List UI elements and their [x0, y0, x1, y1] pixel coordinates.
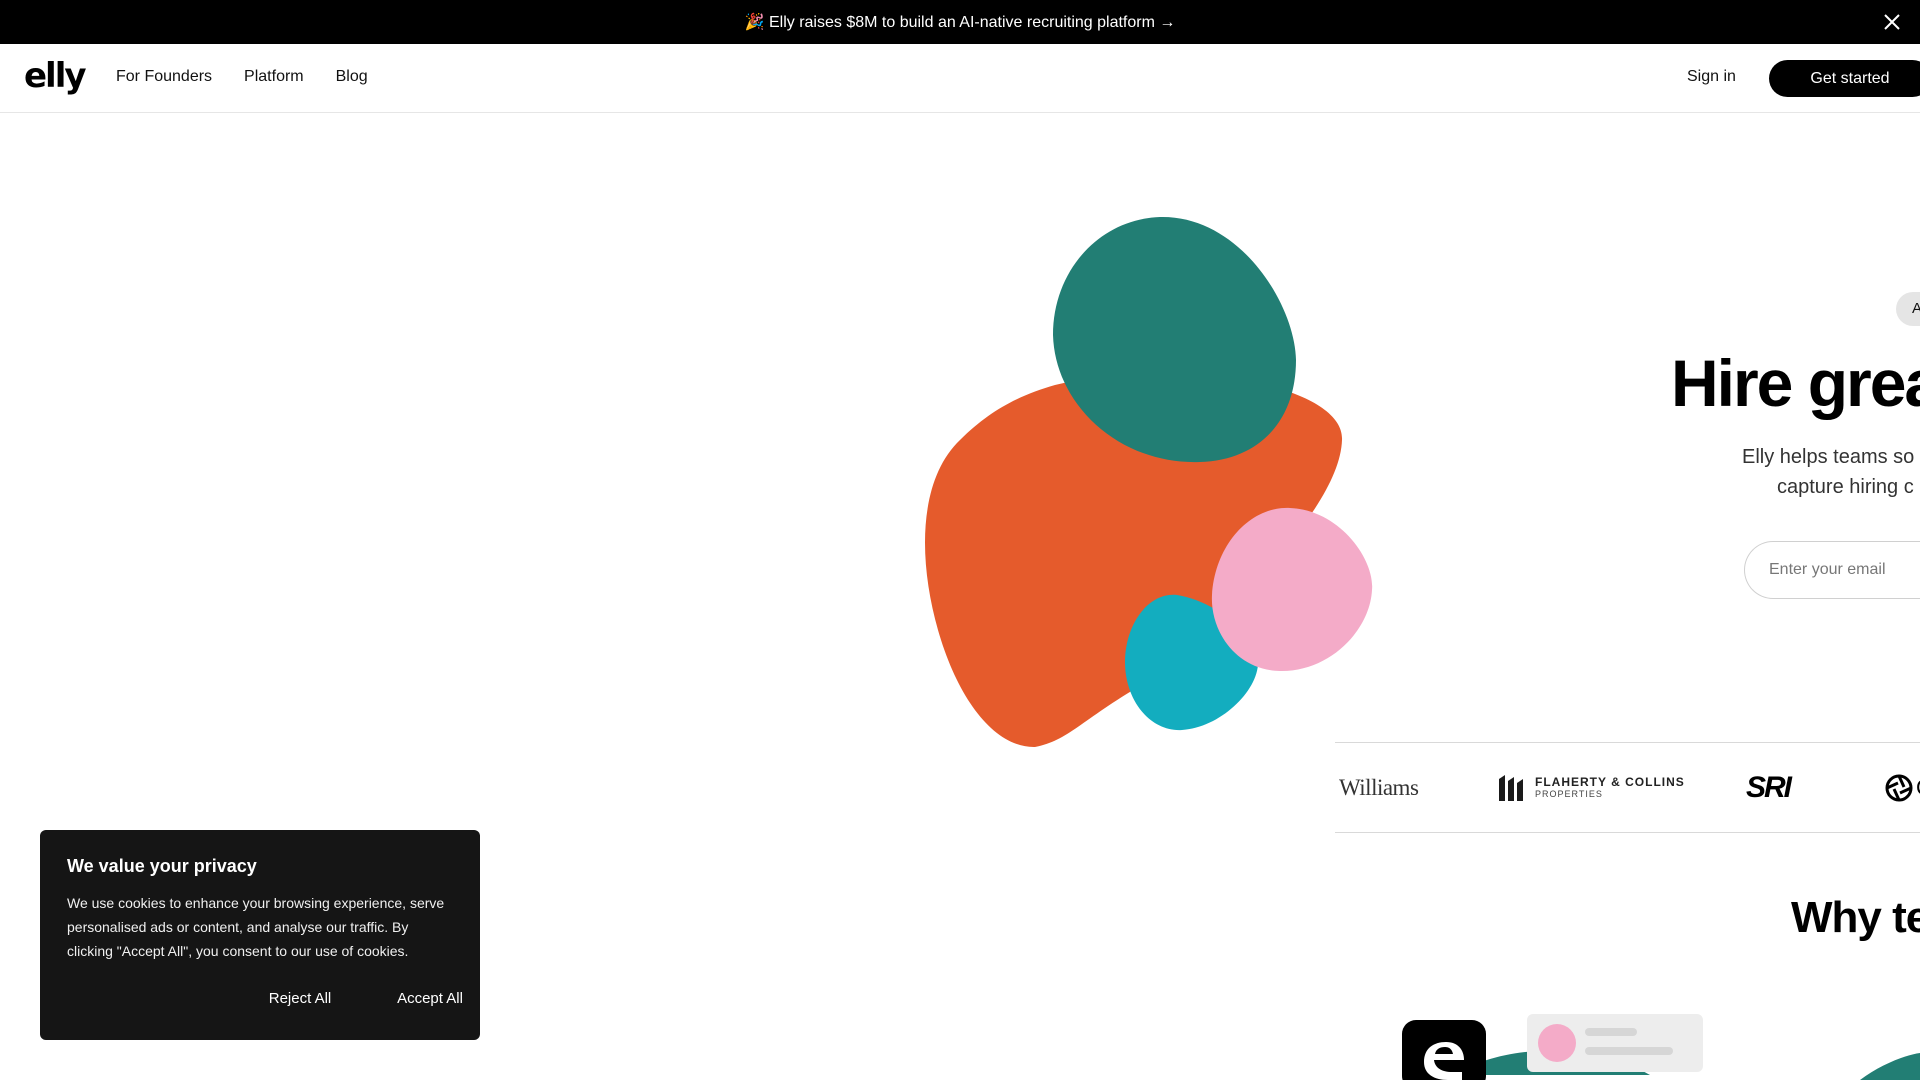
profile-line-2	[1585, 1047, 1673, 1055]
profile-avatar	[1538, 1024, 1576, 1062]
why-section-title: Why te	[1791, 893, 1920, 942]
customer-logo-strip: Williams FLAHERTY & COLLINS PROPERTIES S…	[1335, 742, 1920, 833]
williams-logo: Williams	[1339, 743, 1419, 832]
accept-all-button[interactable]: Accept All	[380, 980, 480, 1016]
cookie-body: We use cookies to enhance your browsing …	[67, 895, 445, 959]
williams-logo-text: Williams	[1339, 774, 1419, 800]
partial-brand-logo: C	[1884, 743, 1920, 832]
partial-brand-letter: C	[1916, 775, 1920, 801]
feature-illustration	[1402, 1014, 1920, 1080]
hero-subtitle-line-2: capture hiring c	[1777, 476, 1914, 498]
flaherty-collins-line-1: FLAHERTY & COLLINS	[1535, 774, 1685, 789]
hero-title: Hire grea	[1671, 346, 1920, 420]
hero-subtitle: Elly helps teams so capture hiring c	[1742, 442, 1914, 502]
profile-line-1	[1585, 1028, 1637, 1036]
cookie-title: We value your privacy	[67, 856, 257, 876]
flaherty-collins-mark-icon	[1499, 774, 1523, 801]
sri-logo: SRI	[1746, 743, 1792, 832]
flaherty-collins-logo: FLAHERTY & COLLINS PROPERTIES	[1497, 743, 1685, 832]
email-input[interactable]	[1744, 541, 1920, 599]
flaherty-collins-line-2: PROPERTIES	[1535, 788, 1603, 799]
aperture-logo-icon	[1885, 774, 1913, 801]
cookie-consent-banner: We value your privacy We use cookies to …	[40, 830, 480, 1040]
teal-shape-right	[1860, 1053, 1920, 1080]
hero-subtitle-line-1: Elly helps teams so	[1742, 446, 1915, 468]
sri-logo-text: SRI	[1746, 770, 1792, 804]
cookie-actions: Reject All Accept All	[40, 980, 480, 1020]
reject-all-button[interactable]: Reject All	[245, 980, 355, 1016]
